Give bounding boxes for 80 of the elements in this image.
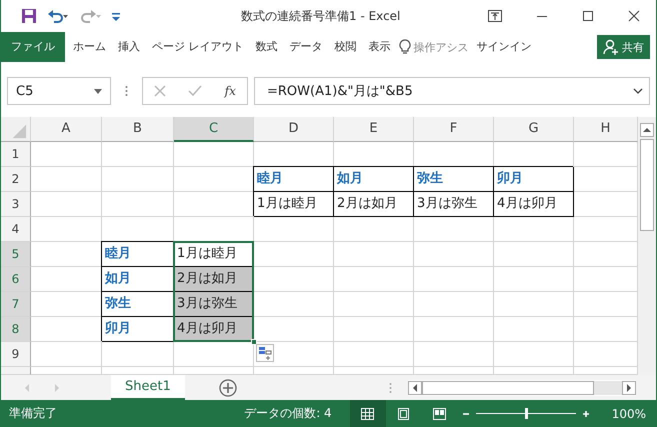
tell-me-field[interactable]: 操作アシス bbox=[396, 39, 470, 55]
page-break-view-icon bbox=[432, 406, 448, 420]
row-header[interactable]: 7 bbox=[1, 292, 31, 317]
splitter-icon[interactable] bbox=[389, 382, 392, 394]
ribbon-tab[interactable]: 表示 bbox=[362, 32, 396, 62]
expand-caret-icon bbox=[633, 88, 643, 94]
maximize-icon[interactable] bbox=[582, 10, 594, 22]
share-button[interactable]: 共有 bbox=[597, 35, 650, 59]
column-header[interactable]: G bbox=[494, 117, 574, 142]
check-icon[interactable] bbox=[188, 85, 202, 97]
more-icon bbox=[125, 85, 128, 97]
table-cell: 卯月 bbox=[494, 167, 574, 192]
ribbon-tab[interactable]: 数式 bbox=[250, 32, 284, 62]
table-cell: 弥生 bbox=[414, 167, 494, 192]
vertical-scrollbar[interactable] bbox=[638, 117, 656, 375]
ribbon-tab[interactable]: データ bbox=[284, 32, 328, 62]
add-sheet-icon[interactable] bbox=[218, 378, 237, 396]
column-header[interactable]: H bbox=[574, 117, 638, 142]
zoom-in-icon[interactable] bbox=[582, 410, 590, 418]
column-header[interactable]: D bbox=[254, 117, 334, 142]
horizontal-scrollbar[interactable] bbox=[408, 380, 636, 396]
fill-handle[interactable] bbox=[251, 339, 257, 345]
table-cell: 2月は如月 bbox=[334, 192, 414, 217]
cell-count: データの個数: 4 bbox=[244, 405, 332, 422]
row-header[interactable]: 2 bbox=[1, 167, 31, 192]
table-cell: 3月は弥生 bbox=[414, 192, 494, 217]
scroll-thumb[interactable] bbox=[422, 380, 594, 394]
scroll-up-icon[interactable] bbox=[640, 123, 654, 137]
table-cell: 1月は睦月 bbox=[254, 192, 334, 217]
previous-sheet-icon[interactable] bbox=[23, 382, 31, 392]
table-cell: 如月 bbox=[334, 167, 414, 192]
scroll-thumb[interactable] bbox=[640, 139, 654, 231]
undo-icon[interactable] bbox=[47, 8, 69, 24]
page-layout-view-icon bbox=[396, 406, 412, 420]
table-cell: 2月は如月 bbox=[174, 267, 254, 292]
zoom-level[interactable]: 100% bbox=[612, 406, 646, 420]
column-header[interactable]: E bbox=[334, 117, 414, 142]
row-header[interactable]: 9 bbox=[1, 342, 31, 367]
table-cell: 4月は卯月 bbox=[494, 192, 574, 217]
table-cell: 睦月 bbox=[254, 167, 334, 192]
ribbon-tab[interactable]: 挿入 bbox=[112, 32, 146, 62]
sign-in-link[interactable]: サインイン bbox=[470, 32, 538, 62]
column-header[interactable]: B bbox=[102, 117, 174, 142]
column-header[interactable]: A bbox=[31, 117, 102, 142]
column-header[interactable]: F bbox=[414, 117, 494, 142]
save-icon[interactable] bbox=[21, 8, 37, 24]
ribbon-tab[interactable]: 校閲 bbox=[328, 32, 362, 62]
normal-view-button[interactable] bbox=[350, 400, 386, 427]
row-header[interactable]: 6 bbox=[1, 267, 31, 292]
table-cell: 3月は弥生 bbox=[174, 292, 254, 317]
row-header[interactable]: 5 bbox=[1, 242, 31, 267]
close-icon[interactable] bbox=[628, 10, 640, 22]
redo-icon[interactable] bbox=[79, 8, 101, 24]
ribbon-display-icon[interactable] bbox=[488, 10, 502, 22]
scroll-left-icon bbox=[408, 380, 422, 394]
column-header[interactable]: C bbox=[174, 117, 254, 142]
row-header[interactable]: 8 bbox=[1, 317, 31, 342]
cancel-icon[interactable] bbox=[154, 85, 166, 97]
paste-options-icon[interactable] bbox=[256, 344, 274, 362]
ribbon-tab[interactable]: ページ レイアウト bbox=[146, 32, 250, 62]
person-add-icon bbox=[603, 39, 619, 55]
ribbon-tab[interactable]: ホーム bbox=[67, 32, 112, 62]
insert-function-button[interactable]: fx bbox=[224, 84, 236, 98]
normal-view-icon bbox=[360, 406, 376, 420]
customize-icon[interactable] bbox=[111, 10, 121, 22]
file-tab[interactable]: ファイル bbox=[1, 32, 65, 62]
row-header[interactable]: 3 bbox=[1, 192, 31, 217]
next-sheet-icon[interactable] bbox=[53, 382, 61, 392]
sheet-tab[interactable]: Sheet1 bbox=[111, 375, 185, 400]
scroll-right-icon bbox=[622, 380, 636, 394]
row-header[interactable] bbox=[1, 367, 31, 375]
select-all-corner-icon[interactable] bbox=[1, 117, 31, 142]
row-header[interactable]: 4 bbox=[1, 217, 31, 242]
row-header[interactable]: 1 bbox=[1, 142, 31, 167]
status-text: 準備完了 bbox=[9, 405, 57, 422]
name-box[interactable]: C5 bbox=[7, 77, 111, 105]
formula-field[interactable]: =ROW(A1)&"月は"&B5 bbox=[254, 77, 650, 105]
dropdown-caret-icon bbox=[94, 88, 102, 94]
lightbulb-icon bbox=[398, 39, 410, 55]
window-title: 数式の連続番号準備1 - Excel bbox=[241, 8, 402, 24]
